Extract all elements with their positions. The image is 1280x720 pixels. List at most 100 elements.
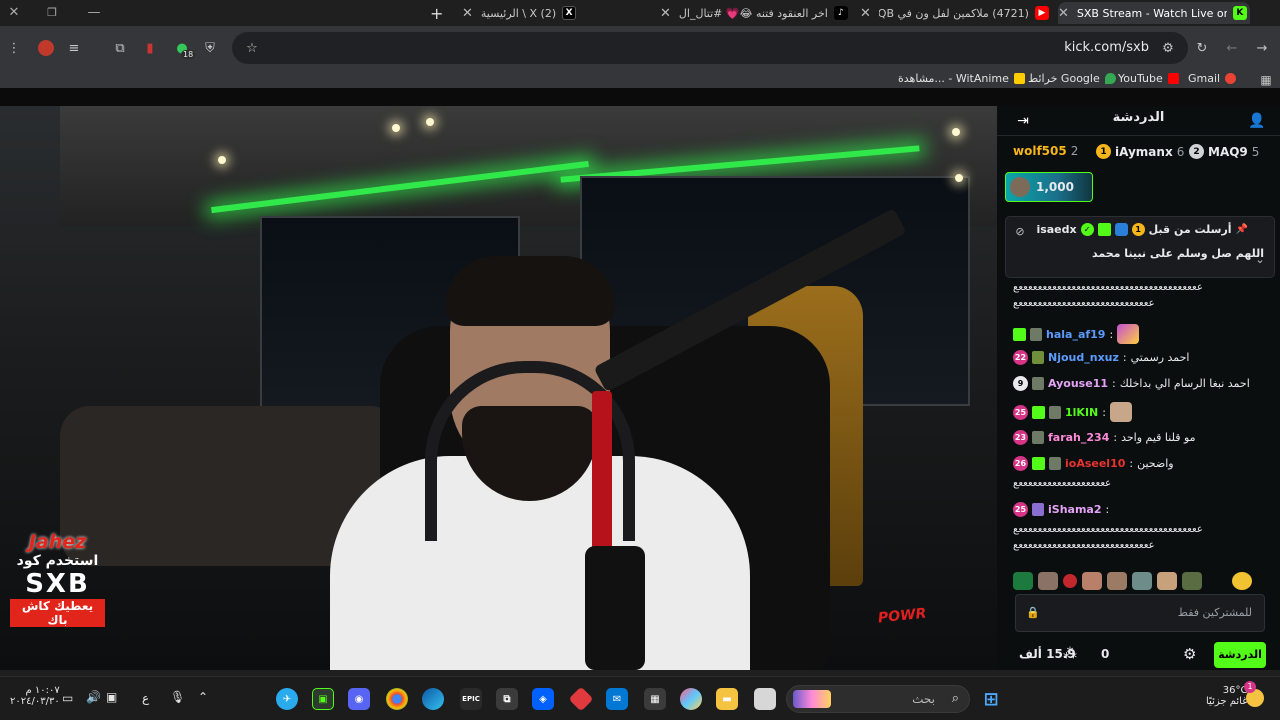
gear-icon[interactable]: ⚙: [1183, 645, 1196, 663]
close-tab-icon[interactable]: ✕: [660, 6, 671, 21]
tab-tiktok[interactable]: ✕ اخر العنقود فتنه 😂💗 #تتال_ال ♪: [660, 2, 848, 24]
copilot-icon[interactable]: [680, 688, 702, 710]
bookmark-star-icon[interactable]: ☆: [242, 38, 262, 58]
close-tab-icon[interactable]: ✕: [462, 6, 473, 21]
chat-username[interactable]: farah_234: [1048, 431, 1109, 444]
emote-button[interactable]: [1082, 572, 1102, 590]
extensions-icon[interactable]: ⧉: [110, 38, 130, 58]
emoji-button[interactable]: [1232, 572, 1252, 590]
windows-start-icon[interactable]: ⊞: [980, 688, 1002, 710]
taskbar-search[interactable]: بحث ⌕: [786, 685, 970, 713]
emote-button[interactable]: [1157, 572, 1177, 590]
gifter-name: MAQ9: [1208, 144, 1248, 159]
stream-video-player[interactable]: Jahez استخدم كود SXB يعطيك كاش باك POWR: [0, 106, 997, 670]
send-chat-button[interactable]: الدردشة: [1214, 642, 1266, 668]
emote-button[interactable]: [1063, 574, 1077, 588]
users-icon[interactable]: 👤: [1247, 111, 1267, 131]
clock-time: ١٠:٠٧ م: [25, 685, 60, 696]
pinned-username[interactable]: isaedx: [1036, 223, 1076, 236]
pinned-message[interactable]: ⊘ 📌 أرسلت من قبل 1 ✓ isaedx اللهم صل وسل…: [1005, 216, 1275, 278]
url-text[interactable]: kick.com/sxb: [1064, 40, 1149, 55]
apps-grid-icon[interactable]: ▦: [1256, 70, 1276, 90]
site-settings-icon[interactable]: ⚙: [1158, 38, 1178, 58]
forward-icon[interactable]: ←: [1222, 38, 1242, 58]
streaming-app-icon[interactable]: ▣: [312, 688, 334, 710]
discord-icon[interactable]: ◉: [348, 688, 370, 710]
shield-icon[interactable]: ⛨: [200, 38, 220, 58]
chat-username[interactable]: 1lKIN: [1065, 406, 1098, 419]
address-bar[interactable]: ☆ kick.com/sxb ⚙: [232, 32, 1188, 64]
chrome-icon[interactable]: [386, 688, 408, 710]
tier-badge: [1049, 457, 1061, 470]
chat-panel: ⇥ الدردشة 👤 2 MAQ9 5 1 iAymanx 6 wolf505…: [997, 106, 1280, 670]
weather-widget[interactable]: 36°C غائم جزئيًا: [1206, 685, 1247, 707]
subscriber-badge: 23: [1013, 430, 1028, 445]
gifter-item[interactable]: wolf505 2: [1013, 144, 1078, 158]
bookmark-maps[interactable]: خرائط Google: [1028, 72, 1116, 85]
close-tab-icon[interactable]: ✕: [1058, 6, 1069, 21]
extension-icon[interactable]: ▮: [140, 38, 160, 58]
restore-icon[interactable]: ❐: [42, 2, 62, 22]
emote-button[interactable]: [1182, 572, 1202, 590]
tab-x-home[interactable]: ✕ (2) X \ الرئيسية X: [462, 2, 632, 24]
gifter-item[interactable]: 2 MAQ9 5: [1189, 144, 1259, 159]
new-tab-button[interactable]: +: [430, 4, 443, 23]
outlook-icon[interactable]: ✉: [606, 688, 628, 710]
battery-icon[interactable]: ▭: [62, 691, 73, 705]
profile-avatar[interactable]: [36, 38, 56, 58]
chat-header: ⇥ الدردشة 👤: [997, 106, 1280, 136]
app-red-icon[interactable]: [568, 686, 594, 712]
emote-button[interactable]: [1013, 572, 1033, 590]
dropbox-icon[interactable]: ◈: [532, 688, 554, 710]
input-language[interactable]: ع: [142, 691, 149, 705]
file-explorer-icon[interactable]: ▬: [716, 688, 738, 710]
clock[interactable]: ١٠:٠٧ م ٢٠٢٤/٠٣/٣٠: [10, 685, 60, 707]
subscriber-badge: 25: [1013, 404, 1028, 420]
chevron-down-icon[interactable]: ⌄: [1250, 249, 1270, 269]
search-icon: ⌕: [951, 691, 959, 706]
window-icon[interactable]: [754, 688, 776, 710]
epic-games-icon[interactable]: EPIC: [460, 688, 482, 710]
hide-eye-icon[interactable]: ⊘: [1010, 221, 1030, 241]
minimize-icon[interactable]: —: [84, 2, 104, 22]
bookmark-youtube[interactable]: YouTube: [1118, 72, 1179, 85]
pin-icon: 📌: [1235, 224, 1248, 235]
weather-desc: غائم جزئيًا: [1206, 696, 1248, 707]
windows-taskbar: ١٠:٠٧ م ٢٠٢٤/٠٣/٣٠ ▭ 🔊 ▣ ع 🎙 ⌃ ✈ ▣ ◉ EPI…: [0, 676, 1280, 720]
chat-username[interactable]: iShama2: [1048, 503, 1102, 516]
bookmark-gmail[interactable]: Gmail: [1188, 72, 1237, 85]
reading-list-icon[interactable]: ≡: [64, 38, 84, 58]
microphone-icon[interactable]: 🎙: [170, 690, 185, 704]
tier-badge: [1032, 377, 1044, 390]
verified-badge: ✓: [1080, 223, 1094, 236]
emote-button[interactable]: [1132, 572, 1152, 590]
close-window-icon[interactable]: ✕: [4, 2, 24, 22]
chat-username[interactable]: hala_af19: [1046, 328, 1105, 341]
menu-dots-icon[interactable]: ⋮: [4, 38, 24, 58]
reload-icon[interactable]: ↻: [1192, 38, 1212, 58]
back-icon[interactable]: →: [1252, 38, 1272, 58]
gift-goal-pill[interactable]: 1,000: [1005, 172, 1093, 202]
gifter-item[interactable]: 1 iAymanx 6: [1096, 144, 1184, 159]
chat-username[interactable]: ioAseel10: [1065, 457, 1125, 470]
tab-youtube[interactable]: ✕ (4721) ملاكمين لفل ون في IQB ▶: [860, 2, 1050, 24]
emote-button[interactable]: [1038, 572, 1058, 590]
bookmark-witanime[interactable]: مشاهدة... - WitAnime: [898, 72, 1025, 85]
store-icon[interactable]: ▦: [644, 688, 666, 710]
tier-badge: [1032, 503, 1044, 516]
chat-username[interactable]: Ayouse11: [1048, 377, 1108, 390]
chat-username[interactable]: Njoud_nxuz: [1048, 351, 1119, 364]
ceiling-light: [955, 174, 963, 182]
app-icon[interactable]: ⧉: [496, 688, 518, 710]
chat-title: الدردشة: [1112, 110, 1165, 125]
close-tab-icon[interactable]: ✕: [860, 6, 871, 21]
tab-kick-active[interactable]: ✕ SXB Stream - Watch Live on K: [1058, 2, 1250, 24]
chat-input[interactable]: 🔒 للمشتركين فقط: [1015, 594, 1265, 632]
chevron-up-icon[interactable]: ⌃: [198, 690, 208, 704]
edge-icon[interactable]: [422, 688, 444, 710]
volume-icon[interactable]: 🔊: [86, 690, 101, 704]
telegram-icon[interactable]: ✈: [276, 688, 298, 710]
network-icon[interactable]: ▣: [106, 690, 117, 704]
youtube-icon: ▶: [1034, 6, 1049, 20]
emote-button[interactable]: [1107, 572, 1127, 590]
